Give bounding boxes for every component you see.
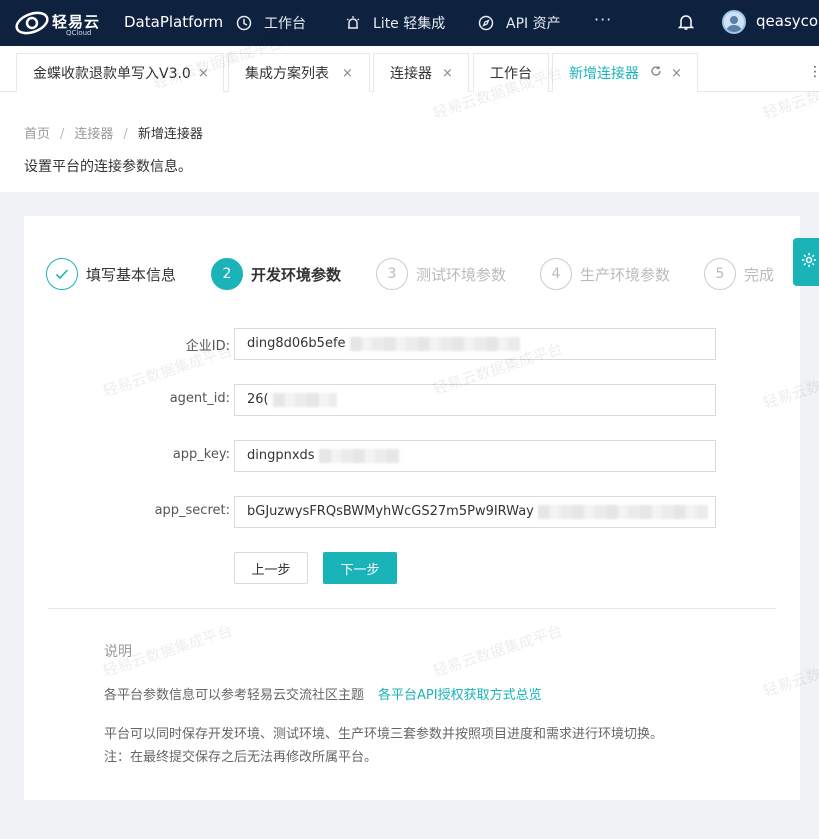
notes-line-reference: 各平台参数信息可以参考轻易云交流社区主题 各平台API授权获取方式总览	[104, 684, 542, 703]
nav-item-lite[interactable]: Lite 轻集成	[345, 13, 445, 33]
username[interactable]: qeasycop	[756, 12, 819, 30]
breadcrumb-separator: /	[123, 127, 128, 142]
step-number: 2	[211, 258, 243, 290]
breadcrumb-separator: /	[60, 127, 65, 142]
close-icon[interactable]: ×	[442, 66, 453, 81]
notes-line-warning: 注：在最终提交保存之后无法再修改所属平台。	[104, 750, 378, 765]
form-row-corp-id: 企业ID: ding8d06b5efe	[24, 328, 800, 360]
nav-item-workbench[interactable]: 工作台	[236, 13, 306, 33]
tab-label: 工作台	[490, 66, 532, 82]
tab-label: 新增连接器	[569, 66, 639, 82]
api-auth-overview-link[interactable]: 各平台API授权获取方式总览	[378, 688, 542, 703]
alarm-icon	[345, 15, 361, 31]
tab-bar: 金蝶收款退款单写入V3.0 × 集成方案列表 × 连接器 × 工作台 新增连接器…	[0, 46, 819, 92]
nav-item-api-assets[interactable]: API 资产	[478, 13, 561, 33]
breadcrumb-home[interactable]: 首页	[24, 127, 50, 142]
divider	[48, 608, 776, 609]
tab-new-connector[interactable]: 新增连接器 ×	[552, 53, 698, 92]
agent-id-value: 26(	[247, 392, 269, 407]
step-number: 5	[704, 258, 736, 290]
corp-id-input[interactable]: ding8d06b5efe	[234, 328, 716, 360]
gear-icon	[802, 253, 816, 267]
notes-text: 各平台参数信息可以参考轻易云交流社区主题	[104, 688, 365, 703]
connector-form-card: 填写基本信息 2 开发环境参数 3 测试环境参数 4 生产环境参数 5 完成 企…	[24, 216, 800, 800]
redacted-mask	[537, 504, 708, 519]
step-test-env: 3 测试环境参数	[376, 258, 506, 290]
page-description: 设置平台的连接参数信息。	[24, 159, 192, 175]
tab-menu-icon[interactable]: ⋮	[808, 64, 819, 80]
avatar[interactable]	[722, 10, 746, 34]
step-finish: 5 完成	[704, 258, 774, 290]
tab-label: 连接器	[390, 66, 432, 82]
redacted-mask	[272, 392, 337, 407]
step-label: 完成	[744, 265, 775, 284]
clock-icon	[236, 15, 252, 31]
step-label: 开发环境参数	[251, 265, 342, 284]
tab-kingdee-refund[interactable]: 金蝶收款退款单写入V3.0 ×	[16, 53, 224, 92]
step-label: 测试环境参数	[416, 265, 507, 284]
corp-id-value: ding8d06b5efe	[247, 336, 346, 351]
agent-id-label: agent_id:	[169, 391, 230, 406]
app-secret-input[interactable]: bGJuzwysFRQsBWMyhWcGS27m5Pw9IRWay	[234, 496, 716, 528]
refresh-icon[interactable]	[650, 65, 662, 81]
step-label: 生产环境参数	[580, 265, 671, 284]
prev-step-button[interactable]: 上一步	[234, 552, 308, 584]
logo-icon	[15, 11, 49, 35]
breadcrumb: 首页 / 连接器 / 新增连接器	[24, 123, 203, 142]
nav-item-label: 工作台	[264, 16, 306, 32]
nav-item-label: Lite 轻集成	[373, 16, 446, 32]
app-secret-value: bGJuzwysFRQsBWMyhWcGS27m5Pw9IRWay	[247, 504, 534, 519]
breadcrumb-connectors[interactable]: 连接器	[74, 127, 113, 142]
step-number: 3	[376, 258, 408, 290]
breadcrumb-current: 新增连接器	[137, 127, 203, 142]
tab-label: 金蝶收款退款单写入V3.0	[33, 66, 191, 82]
step-label: 填写基本信息	[86, 265, 177, 284]
close-icon[interactable]: ×	[198, 66, 209, 81]
tab-integration-list[interactable]: 集成方案列表 ×	[228, 53, 370, 92]
step-prod-env: 4 生产环境参数	[540, 258, 670, 290]
form-row-app-secret: app_secret: bGJuzwysFRQsBWMyhWcGS27m5Pw9…	[24, 496, 800, 528]
app-secret-label: app_secret:	[154, 503, 230, 518]
tab-connectors[interactable]: 连接器 ×	[373, 53, 469, 92]
redacted-mask	[318, 448, 399, 463]
agent-id-input[interactable]: 26(	[234, 384, 716, 416]
corp-id-label: 企业ID:	[185, 339, 230, 354]
tab-label: 集成方案列表	[245, 66, 329, 82]
close-icon[interactable]: ×	[671, 66, 682, 81]
nav-more-button[interactable]: ···	[594, 10, 612, 29]
qcloud-logo[interactable]: 轻易云 QCloud	[14, 7, 114, 39]
app-key-label: app_key:	[172, 447, 230, 462]
close-icon[interactable]: ×	[342, 66, 353, 81]
redacted-mask	[349, 336, 520, 351]
bell-icon[interactable]	[677, 13, 695, 31]
notes-title: 说明	[104, 644, 132, 660]
app-key-input[interactable]: dingpnxds	[234, 440, 716, 472]
step-basic-info: 填写基本信息	[46, 258, 176, 290]
product-name: DataPlatform	[124, 13, 224, 31]
step-number: 4	[540, 258, 572, 290]
top-navbar: 轻易云 QCloud DataPlatform 工作台 Lite 轻集成 API…	[0, 0, 819, 46]
form-row-agent-id: agent_id: 26(	[24, 384, 800, 416]
next-step-button[interactable]: 下一步	[323, 552, 397, 584]
logo-subtext: QCloud	[66, 29, 92, 37]
compass-icon	[478, 15, 494, 31]
form-row-app-key: app_key: dingpnxds	[24, 440, 800, 472]
settings-float-button[interactable]	[793, 238, 819, 286]
page-header: 首页 / 连接器 / 新增连接器 设置平台的连接参数信息。	[0, 92, 819, 192]
check-icon	[46, 258, 78, 290]
app-key-value: dingpnxds	[247, 448, 315, 463]
step-dev-env: 2 开发环境参数	[211, 258, 341, 290]
nav-item-label: API 资产	[506, 16, 561, 32]
notes-line-env-switch: 平台可以同时保存开发环境、测试环境、生产环境三套参数并按照项目进度和需求进行环境…	[104, 727, 664, 742]
tab-workbench[interactable]: 工作台	[473, 53, 549, 92]
